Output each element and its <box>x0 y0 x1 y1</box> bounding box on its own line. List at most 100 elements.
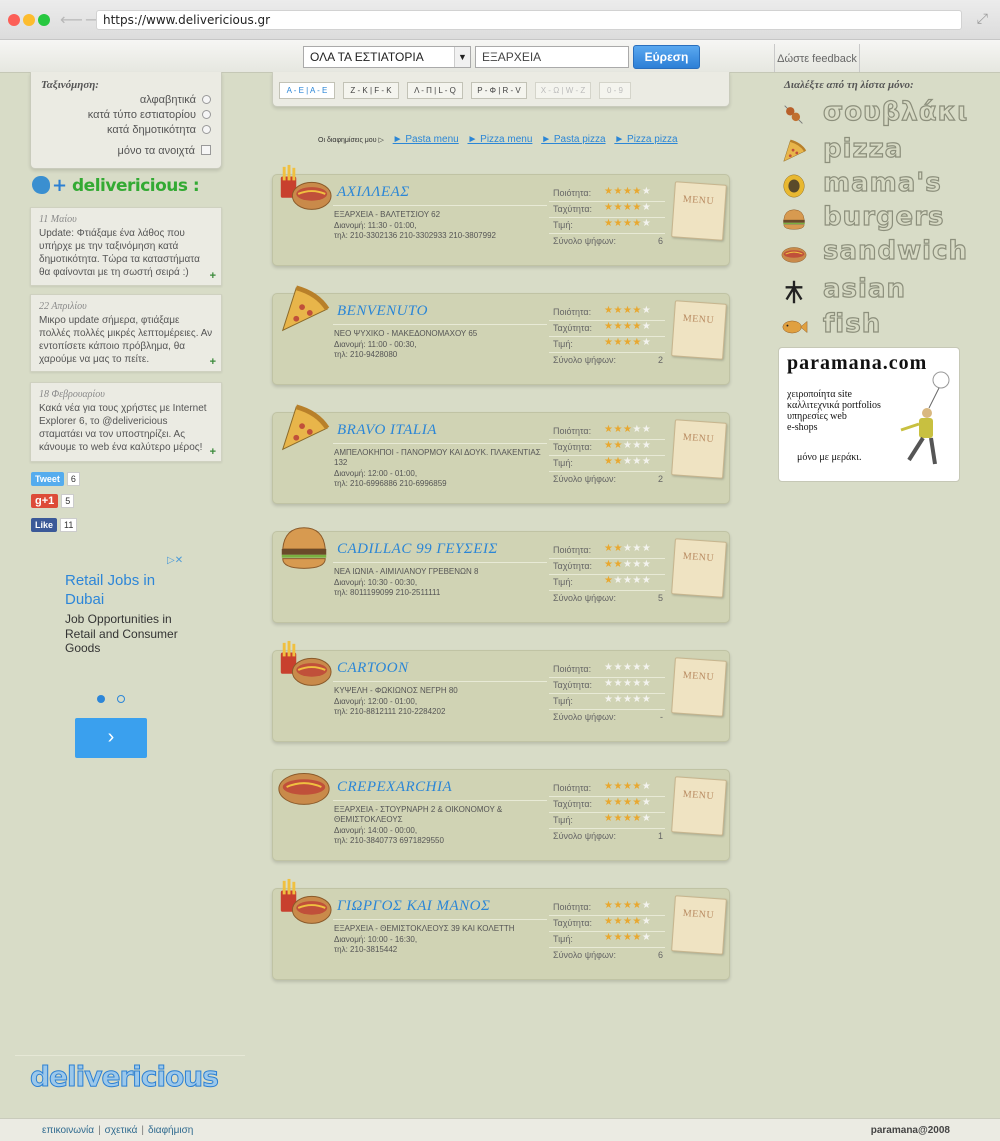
quality-rating[interactable]: ★★★★★ <box>604 305 651 316</box>
restaurant-name[interactable]: BRAVO ITALIA <box>337 422 437 439</box>
menu-button[interactable]: MENU <box>671 181 727 241</box>
restaurant-name[interactable]: ΓΙΩΡΓΟΣ ΚΑΙ ΜΑΝΟΣ <box>337 898 490 915</box>
area-input[interactable]: ΕΞΑΡΧΕΙΑ <box>475 46 629 68</box>
restaurant-card[interactable]: CADILLAC 99 ΓΕΥΣΕΙΣ ΝΕΑ ΙΩΝΙΑ - ΑΙΜΙΛΙΑΝ… <box>272 527 730 623</box>
category-label[interactable]: burgers <box>822 201 945 232</box>
menu-button[interactable]: MENU <box>671 419 727 479</box>
category-asian[interactable]: asian <box>779 273 979 308</box>
speed-rating[interactable]: ★★★★★ <box>604 440 651 451</box>
sort-alphabetical-option[interactable]: αλφαβητικά <box>140 94 211 106</box>
restaurant-name[interactable]: BENVENUTO <box>337 303 428 320</box>
ad-pager-dot[interactable] <box>117 695 125 703</box>
ad-arrow-button[interactable]: › <box>75 718 147 758</box>
radio-icon[interactable] <box>202 95 211 104</box>
restaurants-select[interactable]: ΟΛΑ ΤΑ ΕΣΤΙΑΤΟΡΙΑ ▼ <box>303 46 471 68</box>
price-rating[interactable]: ★★★★★ <box>604 337 651 348</box>
restaurant-card[interactable]: BENVENUTO ΝΕΟ ΨΥΧΙΚΟ - ΜΑΚΕΔΟΝΟΜΑΧΟΥ 65 … <box>272 285 730 385</box>
footer-logo[interactable]: delivericious <box>30 1060 220 1094</box>
minimize-window-button[interactable] <box>23 14 35 26</box>
alpha-tab-l-p[interactable]: Λ - Π | L - Q <box>407 82 463 99</box>
paramana-ad[interactable]: paramana.com χειροποίητα site καλλιτεχνι… <box>778 347 960 482</box>
category-label[interactable]: asian <box>822 273 906 304</box>
tweet-widget[interactable]: Tweet 6 <box>31 472 80 486</box>
speed-rating[interactable]: ★★★★★ <box>604 916 651 927</box>
about-link[interactable]: σχετικά <box>105 1125 138 1136</box>
price-rating[interactable]: ★★★★★ <box>604 932 651 943</box>
restaurant-card[interactable]: ΓΙΩΡΓΟΣ ΚΑΙ ΜΑΝΟΣ ΕΞΑΡΧΕΙΑ - ΘΕΜΙΣΤΟΚΛΕΟ… <box>272 878 730 980</box>
ad-headline[interactable]: Retail Jobs in Dubai <box>65 571 192 609</box>
quality-rating[interactable]: ★★★★★ <box>604 662 651 673</box>
advertise-link[interactable]: διαφήμιση <box>148 1125 193 1136</box>
price-rating[interactable]: ★★★★★ <box>604 575 651 586</box>
pasta-pizza-link[interactable]: ► Pasta pizza <box>541 134 605 145</box>
advertisement[interactable]: ▷✕ Retail Jobs in Dubai Job Opportunitie… <box>60 555 192 765</box>
restaurant-name[interactable]: CREPEXARCHIA <box>337 779 452 796</box>
category-label[interactable]: sandwich <box>822 235 968 266</box>
more-icon[interactable]: + <box>210 270 216 282</box>
restaurant-card[interactable]: ΑΧΙΛΛΕΑΣ ΕΞΑΡΧΕΙΑ - ΒΑΛΤΕΤΣΙΟΥ 62 Διανομ… <box>272 164 730 266</box>
restaurant-name[interactable]: CADILLAC 99 ΓΕΥΣΕΙΣ <box>337 541 498 558</box>
radio-icon[interactable] <box>202 110 211 119</box>
category-burgers[interactable]: burgers <box>779 201 979 236</box>
restaurant-name[interactable]: ΑΧΙΛΛΕΑΣ <box>337 184 410 201</box>
alpha-tab-r-f[interactable]: Ρ - Φ | R - V <box>471 82 527 99</box>
contact-link[interactable]: επικοινωνία <box>42 1125 94 1136</box>
like-widget[interactable]: Like 11 <box>31 518 78 532</box>
price-rating[interactable]: ★★★★★ <box>604 218 651 229</box>
twitter-brand[interactable]: + delivericious : <box>52 175 200 196</box>
restaurant-card[interactable]: CARTOON ΚΥΨΕΛΗ - ΦΩΚΙΩΝΟΣ ΝΕΓΡΗ 80 Διανο… <box>272 640 730 742</box>
radio-icon[interactable] <box>202 125 211 134</box>
checkbox-icon[interactable] <box>201 145 211 155</box>
alpha-tab-a-e[interactable]: Α - Ε | Α - Ε <box>279 82 335 99</box>
speed-rating[interactable]: ★★★★★ <box>604 559 651 570</box>
like-button[interactable]: Like <box>31 518 58 532</box>
alpha-tab-z-k[interactable]: Ζ - Κ | F - Κ <box>343 82 399 99</box>
only-open-option[interactable]: μόνο τα ανοιχτά <box>118 145 211 157</box>
more-icon[interactable]: + <box>210 446 216 458</box>
quality-rating[interactable]: ★★★★★ <box>604 900 651 911</box>
gplus-widget[interactable]: g+1 5 <box>31 494 75 508</box>
category-label[interactable]: σουβλάκι <box>822 96 968 127</box>
feedback-link[interactable]: Δώστε feedback <box>774 44 860 72</box>
category-[interactable]: σουβλάκι <box>779 96 979 131</box>
speed-rating[interactable]: ★★★★★ <box>604 678 651 689</box>
maximize-window-button[interactable] <box>38 14 50 26</box>
restaurant-card[interactable]: BRAVO ITALIA ΑΜΠΕΛΟΚΗΠΟΙ - ΠΑΝΟΡΜΟΥ ΚΑΙ … <box>272 404 730 504</box>
quality-rating[interactable]: ★★★★★ <box>604 186 651 197</box>
menu-button[interactable]: MENU <box>671 776 727 836</box>
quality-rating[interactable]: ★★★★★ <box>604 781 651 792</box>
category-label[interactable]: mama's <box>822 167 942 198</box>
close-window-button[interactable] <box>8 14 20 26</box>
menu-button[interactable]: MENU <box>671 538 727 598</box>
price-rating[interactable]: ★★★★★ <box>604 456 651 467</box>
price-rating[interactable]: ★★★★★ <box>604 694 651 705</box>
price-rating[interactable]: ★★★★★ <box>604 813 651 824</box>
sort-popularity-option[interactable]: κατά δημοτικότητα <box>107 124 211 136</box>
pizza-pizza-link[interactable]: ► Pizza pizza <box>614 134 677 145</box>
category-pizza[interactable]: pizza <box>779 133 979 168</box>
find-button[interactable]: Εύρεση <box>633 45 700 69</box>
speed-rating[interactable]: ★★★★★ <box>604 797 651 808</box>
ad-pager-dot-active[interactable] <box>97 695 105 703</box>
pasta-menu-link[interactable]: ► Pasta menu <box>393 134 459 145</box>
tweet-button[interactable]: Tweet <box>31 472 64 486</box>
category-fish[interactable]: fish <box>779 308 979 343</box>
pizza-menu-link[interactable]: ► Pizza menu <box>467 134 532 145</box>
speed-rating[interactable]: ★★★★★ <box>604 202 651 213</box>
restaurant-name[interactable]: CARTOON <box>337 660 409 677</box>
address-bar[interactable]: https://www.delivericious.gr <box>96 10 962 30</box>
chevron-down-icon[interactable]: ▼ <box>454 47 470 67</box>
gplus-button[interactable]: g+1 <box>31 494 59 508</box>
quality-rating[interactable]: ★★★★★ <box>604 424 651 435</box>
sort-type-option[interactable]: κατά τύπο εστιατορίου <box>88 109 211 121</box>
adchoices-icon[interactable]: ▷✕ <box>167 555 183 566</box>
category-sandwich[interactable]: sandwich <box>779 235 979 270</box>
category-mamas[interactable]: mama's <box>779 167 979 202</box>
category-label[interactable]: fish <box>822 308 881 339</box>
speed-rating[interactable]: ★★★★★ <box>604 321 651 332</box>
fullscreen-icon[interactable]: ⤢ <box>977 11 988 27</box>
category-label[interactable]: pizza <box>822 133 903 164</box>
more-icon[interactable]: + <box>210 356 216 368</box>
restaurant-card[interactable]: CREPEXARCHIA ΕΞΑΡΧΕΙΑ - ΣΤΟΥΡΝΑΡΗ 2 & ΟΙ… <box>272 769 730 861</box>
quality-rating[interactable]: ★★★★★ <box>604 543 651 554</box>
